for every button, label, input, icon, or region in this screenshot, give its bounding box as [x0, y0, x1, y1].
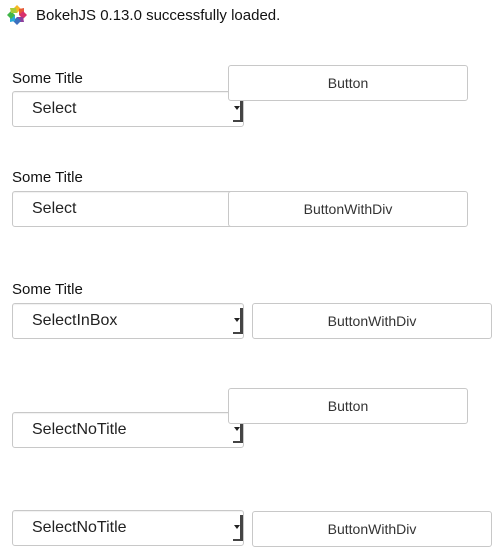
row-4-button[interactable]: Button [228, 388, 468, 424]
bokeh-logo-icon [7, 5, 27, 25]
row-4-select-value: SelectNoTitle [32, 421, 127, 438]
dropdown-arrow-icon [233, 308, 243, 334]
page: BokehJS 0.13.0 successfully loaded. Some… [0, 0, 503, 557]
row-5-button[interactable]: ButtonWithDiv [252, 511, 492, 547]
row-1-select[interactable]: Select [12, 91, 244, 127]
row-3-button[interactable]: ButtonWithDiv [252, 303, 492, 339]
row-5-select[interactable]: SelectNoTitle [12, 510, 244, 546]
row-3-title: Some Title [12, 281, 83, 298]
row-2-select[interactable]: Select [12, 191, 244, 227]
row-3-select[interactable]: SelectInBox [12, 303, 244, 339]
bokeh-load-banner: BokehJS 0.13.0 successfully loaded. [6, 4, 280, 26]
row-1-select-value: Select [32, 100, 77, 117]
dropdown-arrow-icon [233, 515, 243, 541]
row-3-select-value: SelectInBox [32, 312, 118, 329]
row-2-title: Some Title [12, 169, 83, 186]
row-1-button[interactable]: Button [228, 65, 468, 101]
row-2-select-value: Select [32, 200, 77, 217]
row-5-select-value: SelectNoTitle [32, 519, 127, 536]
row-1-title: Some Title [12, 70, 83, 87]
banner-text: BokehJS 0.13.0 successfully loaded. [36, 6, 281, 24]
row-4-select[interactable]: SelectNoTitle [12, 412, 244, 448]
row-2-button[interactable]: ButtonWithDiv [228, 191, 468, 227]
